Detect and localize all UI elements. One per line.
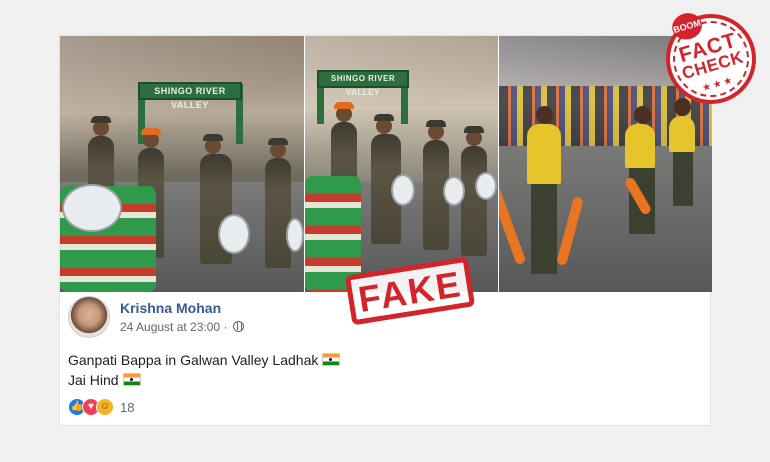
- facebook-post-card: SHINGO RIVER VALLEY SHINGO RIVER VALLEY: [59, 35, 712, 426]
- video-frame-2: SHINGO RIVER VALLEY: [305, 36, 498, 292]
- drum: [62, 184, 122, 232]
- post-text-line-1: Ganpati Bappa in Galwan Valley Ladhak: [68, 350, 698, 370]
- drum: [218, 214, 250, 254]
- author-name[interactable]: Krishna Mohan: [120, 300, 221, 316]
- globe-icon: [232, 321, 244, 332]
- drum: [475, 172, 497, 200]
- post-meta: 24 August at 23:00 ·: [120, 320, 244, 334]
- avatar[interactable]: [68, 296, 110, 338]
- post-header: Krishna Mohan 24 August at 23:00 ·: [68, 296, 708, 342]
- signboard: SHINGO RIVER VALLEY: [317, 70, 409, 97]
- video-collage[interactable]: SHINGO RIVER VALLEY SHINGO RIVER VALLEY: [60, 36, 712, 292]
- post-text-line-2: Jai Hind: [68, 370, 698, 390]
- drum: [443, 176, 465, 206]
- soldier: [461, 126, 487, 256]
- india-flag-icon: [122, 373, 141, 386]
- video-frame-1: SHINGO RIVER VALLEY: [60, 36, 304, 292]
- dancer: [527, 106, 561, 274]
- drum: [286, 218, 304, 252]
- post-text: Ganpati Bappa in Galwan Valley Ladhak Ja…: [68, 350, 698, 390]
- signboard: SHINGO RIVER VALLEY: [138, 82, 242, 110]
- meta-separator: ·: [223, 320, 228, 334]
- care-icon: ☺: [96, 398, 114, 416]
- dancer: [669, 98, 695, 206]
- drum: [391, 174, 415, 206]
- soldier: [265, 138, 291, 268]
- reaction-count[interactable]: 18: [120, 400, 134, 415]
- india-flag-icon: [322, 353, 341, 366]
- post-timestamp[interactable]: 24 August at 23:00: [120, 320, 220, 334]
